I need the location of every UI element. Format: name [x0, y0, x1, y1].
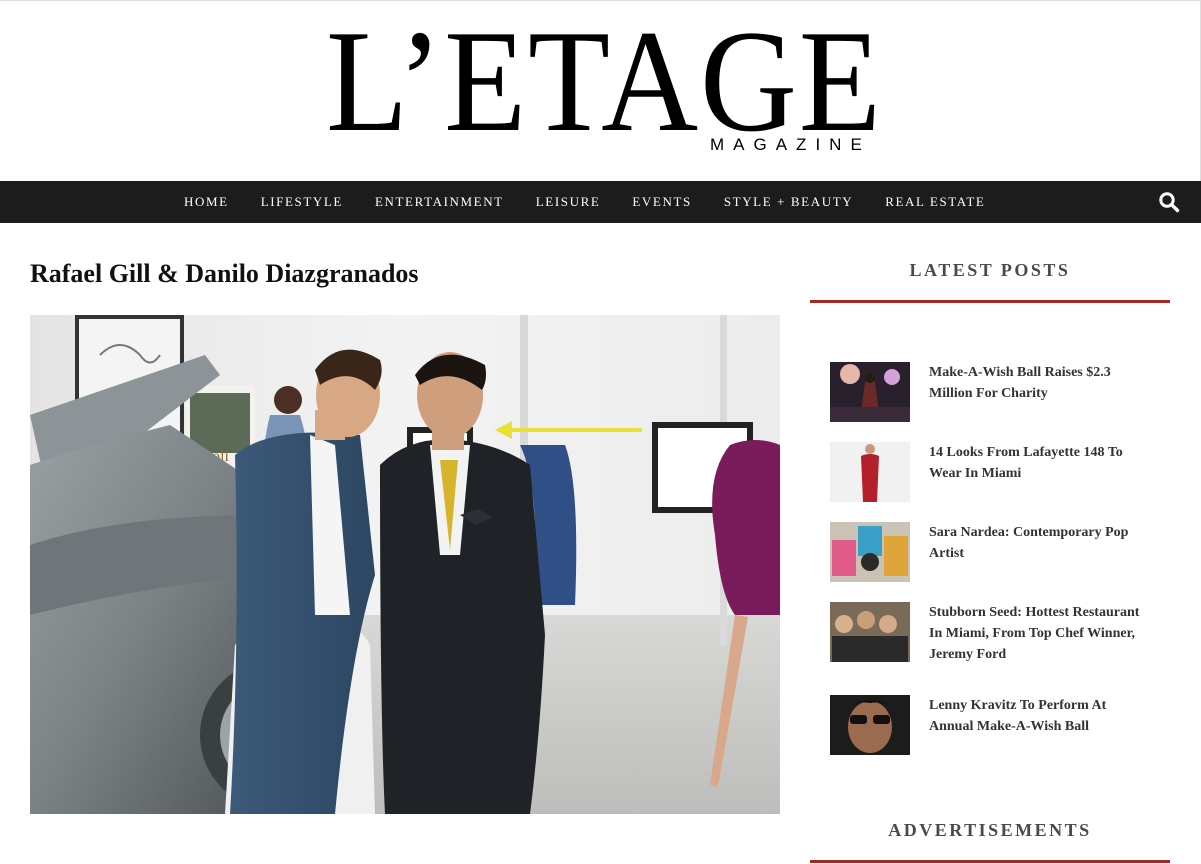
post-title[interactable]: 14 Looks From Lafayette 148 To Wear In M… [929, 442, 1149, 484]
sidebar: LATEST POSTS Make-A-Wish Ball Raises $2.… [810, 260, 1170, 863]
site-logo[interactable]: L’ETAGE MAGAZINE [326, 0, 898, 162]
post-title[interactable]: Make-A-Wish Ball Raises $2.3 Million For… [929, 362, 1149, 404]
post-thumbnail[interactable] [830, 602, 910, 662]
list-item[interactable]: Stubborn Seed: Hottest Restaurant In Mia… [830, 602, 1160, 672]
logo-wordmark: L’ETAGE [326, 0, 883, 162]
search-icon[interactable] [1158, 191, 1180, 213]
advertisements-widget: ADVERTISEMENTS [810, 820, 1170, 863]
post-thumbnail[interactable] [830, 695, 910, 755]
list-item[interactable]: Make-A-Wish Ball Raises $2.3 Million For… [830, 362, 1160, 432]
list-item[interactable]: Sara Nardea: Contemporary Pop Artist [830, 522, 1160, 592]
nav-item-entertainment[interactable]: ENTERTAINMENT [375, 194, 504, 210]
article-title: Rafael Gill & Danilo Diazgranados [30, 259, 419, 288]
latest-posts-widget: LATEST POSTS [810, 260, 1170, 303]
post-title[interactable]: Stubborn Seed: Hottest Restaurant In Mia… [929, 602, 1149, 665]
nav-menu: HOME LIFESTYLE ENTERTAINMENT LEISURE EVE… [184, 181, 1017, 223]
post-thumbnail[interactable] [830, 442, 910, 502]
widget-divider [810, 300, 1170, 303]
site-header: L’ETAGE MAGAZINE [0, 0, 1201, 181]
list-item[interactable]: Lenny Kravitz To Perform At Annual Make-… [830, 695, 1160, 765]
post-title[interactable]: Lenny Kravitz To Perform At Annual Make-… [929, 695, 1149, 737]
latest-posts-heading: LATEST POSTS [909, 260, 1071, 280]
post-thumbnail[interactable] [830, 362, 910, 422]
list-item[interactable]: 14 Looks From Lafayette 148 To Wear In M… [830, 442, 1160, 512]
nav-item-events[interactable]: EVENTS [632, 194, 691, 210]
post-title[interactable]: Sara Nardea: Contemporary Pop Artist [929, 522, 1149, 564]
logo-subtitle: MAGAZINE [710, 135, 871, 154]
advertisements-heading: ADVERTISEMENTS [888, 820, 1092, 840]
main-nav: HOME LIFESTYLE ENTERTAINMENT LEISURE EVE… [0, 181, 1201, 223]
nav-item-leisure[interactable]: LEISURE [536, 194, 601, 210]
widget-divider [810, 860, 1170, 863]
post-thumbnail[interactable] [830, 522, 910, 582]
nav-item-style-beauty[interactable]: STYLE + BEAUTY [724, 194, 853, 210]
nav-item-lifestyle[interactable]: LIFESTYLE [261, 194, 343, 210]
article-hero-image: bāoli [30, 315, 780, 814]
nav-item-home[interactable]: HOME [184, 194, 229, 210]
nav-item-real-estate[interactable]: REAL ESTATE [885, 194, 985, 210]
